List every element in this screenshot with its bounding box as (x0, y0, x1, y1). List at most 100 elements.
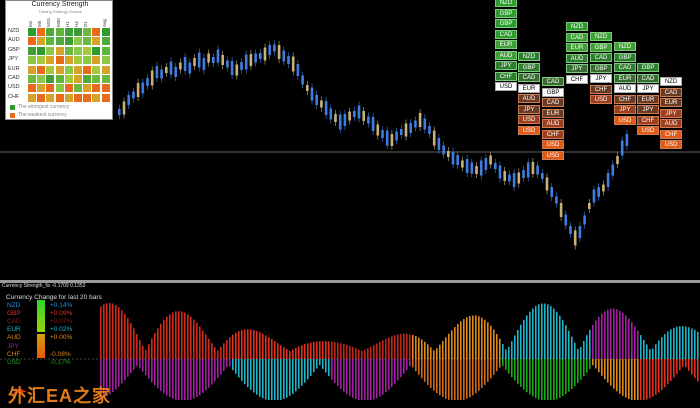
histogram-bar-down (496, 359, 498, 372)
histogram-bar-up (523, 319, 525, 359)
legend-change-value: +0.00% (50, 334, 73, 342)
histogram-bar-down (205, 359, 207, 391)
legend-currency: NZD (7, 302, 21, 309)
histogram-bar-down (466, 359, 468, 399)
rank-box: GBP (495, 8, 517, 18)
histogram-bar-down (229, 359, 231, 367)
strength-cell (64, 93, 73, 102)
legend-currency: AUD (7, 334, 21, 342)
histogram-bar-down (490, 359, 492, 379)
histogram-bar-down (220, 359, 222, 375)
histogram-bar-up (625, 315, 627, 359)
histogram-bar-up (499, 338, 501, 359)
legend-currency: USD (7, 358, 21, 366)
histogram-bar-up (244, 329, 246, 359)
histogram-bar-up (112, 303, 114, 359)
histogram-bar-down (610, 359, 612, 386)
histogram-bar-up (136, 334, 138, 359)
histogram-bar-up (268, 337, 270, 359)
histogram-bar-down (139, 359, 141, 368)
timeframe-header: D1 (83, 21, 89, 27)
histogram-bar-up (673, 327, 675, 359)
histogram-bar-up (271, 339, 273, 359)
histogram-bar-up (469, 316, 471, 359)
histogram-bar-down (244, 359, 246, 385)
histogram-bar-up (166, 316, 168, 359)
histogram-bar-up (427, 344, 429, 359)
rank-box: GBP (590, 42, 612, 52)
timeframe-header: M30 (55, 18, 61, 27)
histogram-bar-up (448, 333, 450, 359)
timeframe-header: M1 (28, 20, 33, 27)
histogram-bar-up (319, 341, 321, 359)
histogram-bar-up (160, 323, 162, 359)
histogram-bar-down (274, 359, 276, 400)
histogram-bar-up (589, 329, 591, 359)
histogram-bar-down (340, 359, 342, 389)
histogram-bar-down (616, 359, 618, 392)
histogram-bar-down (175, 359, 177, 400)
histogram-bar-down (550, 359, 552, 400)
histogram-bar-up (211, 343, 213, 359)
histogram-bar-down (673, 359, 675, 378)
histogram-bar-down (334, 359, 336, 383)
legend-header: Currency Change for last 20 bars (6, 294, 102, 301)
histogram-bar-up (220, 346, 222, 359)
histogram-bar-up (241, 330, 243, 359)
histogram-bar-up (535, 306, 537, 359)
strength-cell (101, 56, 110, 65)
histogram-bar-up (457, 323, 459, 359)
histogram-bar-up (463, 319, 465, 359)
rank-box: GBP (614, 52, 636, 62)
histogram-bar-up (691, 328, 693, 359)
histogram-bar-up (301, 345, 303, 359)
histogram-bar-down (694, 359, 696, 378)
histogram-bar-up (274, 341, 276, 359)
currency-strength-panel[interactable]: Currency Strength Trading Strategy Guide… (5, 0, 113, 120)
histogram-bar-down (187, 359, 189, 400)
strength-cell (28, 65, 36, 74)
histogram-bar-up (397, 334, 399, 359)
histogram-bar-up (442, 341, 444, 359)
rank-box: USD (637, 126, 659, 135)
rank-box: CHF (495, 71, 517, 81)
histogram-bar-down (556, 359, 558, 400)
histogram-bar-down (235, 359, 237, 374)
histogram-bar-down (376, 359, 378, 399)
strength-cell (28, 46, 36, 55)
histogram-bar-down (604, 359, 606, 380)
indicator-title: Currency Strength_fix -0.1709 0.1353 (2, 283, 86, 289)
histogram-bar-up (586, 335, 588, 359)
rank-box: CAD (614, 63, 636, 72)
histogram-bar-up (436, 348, 438, 359)
strength-cell (83, 65, 92, 74)
strength-cell (74, 65, 82, 74)
histogram-bar-up (322, 341, 324, 359)
strength-cell (64, 28, 73, 36)
strength-cell (28, 93, 36, 102)
legend-currency: JPY (7, 342, 19, 350)
histogram-bar-down (307, 359, 309, 380)
weak-legend-text: The weakest currency (18, 112, 67, 118)
histogram-bar-down (217, 359, 219, 379)
legend-change-value: +0.09% (50, 310, 73, 318)
histogram-bar-down (523, 359, 525, 390)
histogram-bar-up (553, 308, 555, 359)
histogram-bar-up (415, 336, 417, 359)
histogram-bar-down (670, 359, 672, 381)
strength-cell (92, 56, 101, 65)
rank-box: CHF (660, 129, 682, 139)
histogram-bar-down (349, 359, 351, 397)
histogram-bar-up (529, 311, 531, 359)
strength-cell (83, 84, 92, 93)
strength-cell (74, 75, 82, 83)
strength-cell (101, 75, 110, 83)
rank-box: CHF (566, 74, 588, 84)
histogram-bar-up (106, 303, 108, 359)
histogram-bar-up (109, 303, 111, 359)
strength-cell (101, 28, 110, 36)
histogram-bar-down (310, 359, 312, 376)
histogram-bar-down (505, 359, 507, 370)
histogram-bar-up (169, 314, 171, 359)
histogram-bar-up (343, 344, 345, 359)
